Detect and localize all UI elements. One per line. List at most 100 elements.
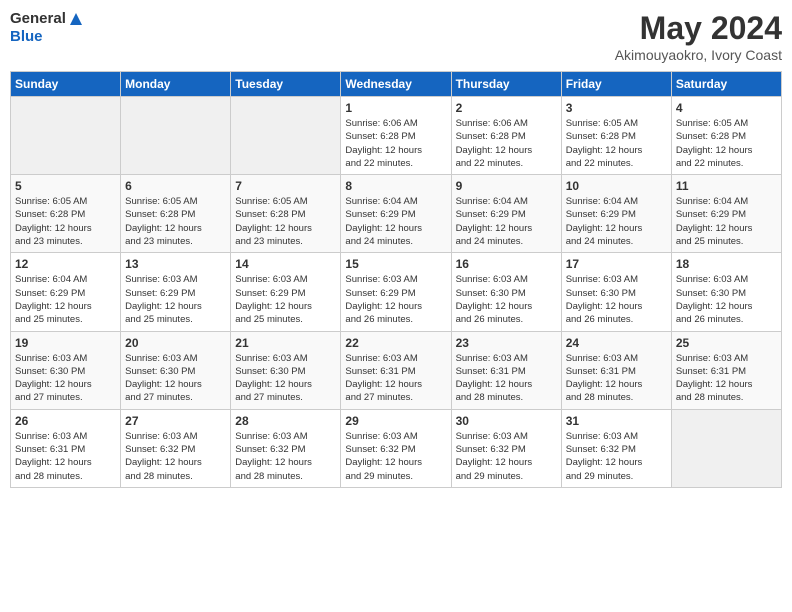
calendar-week-row: 19Sunrise: 6:03 AMSunset: 6:30 PMDayligh…: [11, 331, 782, 409]
day-number: 18: [676, 257, 777, 271]
day-info: Sunrise: 6:03 AMSunset: 6:31 PMDaylight:…: [676, 352, 777, 405]
day-info: Sunrise: 6:03 AMSunset: 6:32 PMDaylight:…: [235, 430, 336, 483]
logo-text-general: General: [10, 10, 66, 27]
day-info: Sunrise: 6:03 AMSunset: 6:30 PMDaylight:…: [676, 273, 777, 326]
day-info: Sunrise: 6:04 AMSunset: 6:29 PMDaylight:…: [456, 195, 557, 248]
day-number: 17: [566, 257, 667, 271]
day-number: 4: [676, 101, 777, 115]
day-number: 1: [345, 101, 446, 115]
day-number: 8: [345, 179, 446, 193]
day-info: Sunrise: 6:04 AMSunset: 6:29 PMDaylight:…: [345, 195, 446, 248]
logo: General Blue: [10, 10, 84, 46]
day-number: 31: [566, 414, 667, 428]
day-number: 28: [235, 414, 336, 428]
day-number: 30: [456, 414, 557, 428]
col-tuesday: Tuesday: [231, 72, 341, 97]
day-number: 10: [566, 179, 667, 193]
day-info: Sunrise: 6:03 AMSunset: 6:31 PMDaylight:…: [345, 352, 446, 405]
calendar-week-row: 5 Sunrise: 6:05 AMSunset: 6:28 PMDaylight…: [11, 175, 782, 253]
day-info: Sunrise: 6:05 AMSunset: 6:28 PMDaylight:…: [15, 195, 116, 248]
table-row: 14Sunrise: 6:03 AMSunset: 6:29 PMDayligh…: [231, 253, 341, 331]
table-row: 26 Sunrise: 6:03 AMSunset: 6:31 PMDayligh…: [11, 409, 121, 487]
day-info: Sunrise: 6:03 AMSunset: 6:30 PMDaylight:…: [125, 352, 226, 405]
day-number: 5: [15, 179, 116, 193]
day-number: 13: [125, 257, 226, 271]
calendar-header-row: Sunday Monday Tuesday Wednesday Thursday…: [11, 72, 782, 97]
table-row: 6Sunrise: 6:05 AMSunset: 6:28 PMDaylight…: [121, 175, 231, 253]
header: General Blue May 2024 Akimouyaokro, Ivor…: [10, 10, 782, 63]
page: General Blue May 2024 Akimouyaokro, Ivor…: [0, 0, 792, 612]
calendar-week-row: 26 Sunrise: 6:03 AMSunset: 6:31 PMDayligh…: [11, 409, 782, 487]
calendar-week-row: 12Sunrise: 6:04 AMSunset: 6:29 PMDayligh…: [11, 253, 782, 331]
title-block: May 2024 Akimouyaokro, Ivory Coast: [615, 10, 782, 63]
table-row: 24Sunrise: 6:03 AMSunset: 6:31 PMDayligh…: [561, 331, 671, 409]
day-info: Sunrise: 6:03 AMSunset: 6:30 PMDaylight:…: [235, 352, 336, 405]
day-number: 14: [235, 257, 336, 271]
table-row: [231, 97, 341, 175]
table-row: 4 Sunrise: 6:05 AMSunset: 6:28 PMDaylight…: [671, 97, 781, 175]
day-info: Sunrise: 6:06 AMSunset: 6:28 PMDaylight:…: [345, 117, 446, 170]
day-info: Sunrise: 6:03 AMSunset: 6:29 PMDaylight:…: [345, 273, 446, 326]
table-row: 31 Sunrise: 6:03 AMSunset: 6:32 PMDayligh…: [561, 409, 671, 487]
logo-text-blue: Blue: [10, 28, 43, 45]
table-row: [11, 97, 121, 175]
col-saturday: Saturday: [671, 72, 781, 97]
table-row: 2Sunrise: 6:06 AMSunset: 6:28 PMDaylight…: [451, 97, 561, 175]
logo-icon: [68, 10, 84, 28]
table-row: 28 Sunrise: 6:03 AMSunset: 6:32 PMDayligh…: [231, 409, 341, 487]
table-row: [671, 409, 781, 487]
day-info: Sunrise: 6:03 AMSunset: 6:30 PMDaylight:…: [15, 352, 116, 405]
table-row: 23Sunrise: 6:03 AMSunset: 6:31 PMDayligh…: [451, 331, 561, 409]
day-info: Sunrise: 6:03 AMSunset: 6:30 PMDaylight:…: [566, 273, 667, 326]
day-number: 12: [15, 257, 116, 271]
table-row: 7 Sunrise: 6:05 AMSunset: 6:28 PMDaylight…: [231, 175, 341, 253]
day-number: 29: [345, 414, 446, 428]
day-number: 25: [676, 336, 777, 350]
day-number: 11: [676, 179, 777, 193]
table-row: 18 Sunrise: 6:03 AMSunset: 6:30 PMDayligh…: [671, 253, 781, 331]
day-info: Sunrise: 6:03 AMSunset: 6:32 PMDaylight:…: [566, 430, 667, 483]
day-info: Sunrise: 6:05 AMSunset: 6:28 PMDaylight:…: [676, 117, 777, 170]
day-info: Sunrise: 6:03 AMSunset: 6:29 PMDaylight:…: [125, 273, 226, 326]
day-number: 16: [456, 257, 557, 271]
day-number: 27: [125, 414, 226, 428]
table-row: 8 Sunrise: 6:04 AMSunset: 6:29 PMDaylight…: [341, 175, 451, 253]
col-sunday: Sunday: [11, 72, 121, 97]
day-number: 24: [566, 336, 667, 350]
day-number: 20: [125, 336, 226, 350]
day-number: 15: [345, 257, 446, 271]
table-row: 30Sunrise: 6:03 AMSunset: 6:32 PMDayligh…: [451, 409, 561, 487]
table-row: 21 Sunrise: 6:03 AMSunset: 6:30 PMDayligh…: [231, 331, 341, 409]
day-info: Sunrise: 6:06 AMSunset: 6:28 PMDaylight:…: [456, 117, 557, 170]
day-info: Sunrise: 6:04 AMSunset: 6:29 PMDaylight:…: [676, 195, 777, 248]
day-info: Sunrise: 6:05 AMSunset: 6:28 PMDaylight:…: [235, 195, 336, 248]
day-info: Sunrise: 6:03 AMSunset: 6:32 PMDaylight:…: [125, 430, 226, 483]
day-number: 26: [15, 414, 116, 428]
day-number: 3: [566, 101, 667, 115]
day-info: Sunrise: 6:03 AMSunset: 6:31 PMDaylight:…: [15, 430, 116, 483]
table-row: 25 Sunrise: 6:03 AMSunset: 6:31 PMDayligh…: [671, 331, 781, 409]
table-row: 17 Sunrise: 6:03 AMSunset: 6:30 PMDayligh…: [561, 253, 671, 331]
table-row: 1 Sunrise: 6:06 AMSunset: 6:28 PMDaylight…: [341, 97, 451, 175]
main-title: May 2024: [615, 10, 782, 47]
col-monday: Monday: [121, 72, 231, 97]
calendar-week-row: 1 Sunrise: 6:06 AMSunset: 6:28 PMDaylight…: [11, 97, 782, 175]
col-wednesday: Wednesday: [341, 72, 451, 97]
table-row: [121, 97, 231, 175]
day-number: 21: [235, 336, 336, 350]
table-row: 11 Sunrise: 6:04 AMSunset: 6:29 PMDayligh…: [671, 175, 781, 253]
table-row: 22 Sunrise: 6:03 AMSunset: 6:31 PMDayligh…: [341, 331, 451, 409]
calendar-table: Sunday Monday Tuesday Wednesday Thursday…: [10, 71, 782, 488]
table-row: 9 Sunrise: 6:04 AMSunset: 6:29 PMDaylight…: [451, 175, 561, 253]
table-row: 29Sunrise: 6:03 AMSunset: 6:32 PMDayligh…: [341, 409, 451, 487]
day-number: 22: [345, 336, 446, 350]
day-info: Sunrise: 6:05 AMSunset: 6:28 PMDaylight:…: [125, 195, 226, 248]
col-thursday: Thursday: [451, 72, 561, 97]
table-row: 12Sunrise: 6:04 AMSunset: 6:29 PMDayligh…: [11, 253, 121, 331]
day-number: 9: [456, 179, 557, 193]
day-info: Sunrise: 6:04 AMSunset: 6:29 PMDaylight:…: [566, 195, 667, 248]
day-number: 7: [235, 179, 336, 193]
table-row: 16Sunrise: 6:03 AMSunset: 6:30 PMDayligh…: [451, 253, 561, 331]
table-row: 3Sunrise: 6:05 AMSunset: 6:28 PMDaylight…: [561, 97, 671, 175]
table-row: 19Sunrise: 6:03 AMSunset: 6:30 PMDayligh…: [11, 331, 121, 409]
